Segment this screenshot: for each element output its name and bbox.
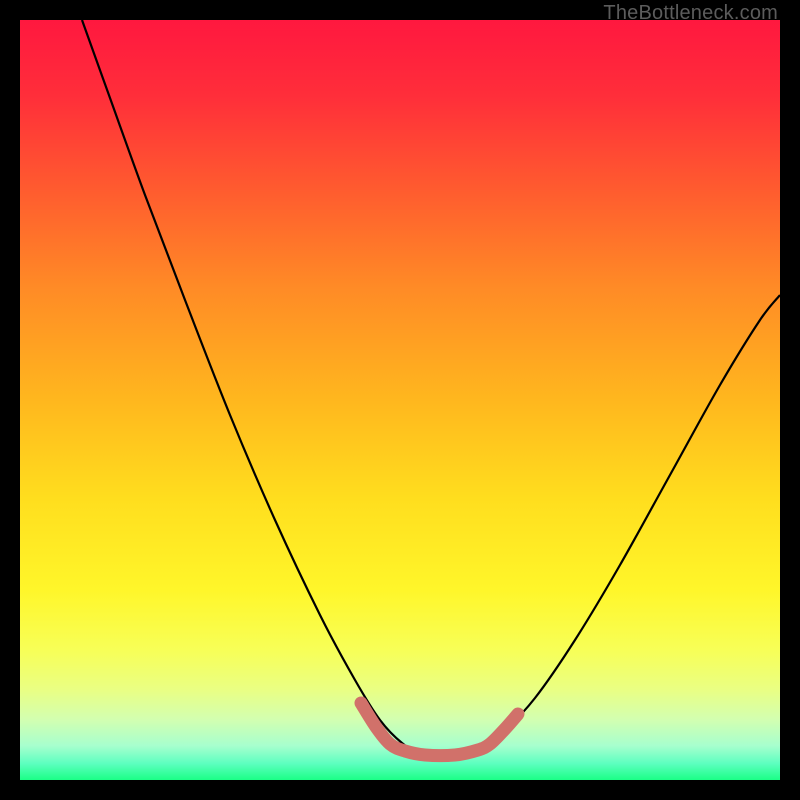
bottleneck-curve xyxy=(82,20,780,755)
highlight-band xyxy=(361,703,518,756)
watermark-text: TheBottleneck.com xyxy=(603,2,778,25)
plot-area xyxy=(20,20,780,780)
outer-frame: TheBottleneck.com xyxy=(0,0,800,800)
curve-layer xyxy=(20,20,780,780)
